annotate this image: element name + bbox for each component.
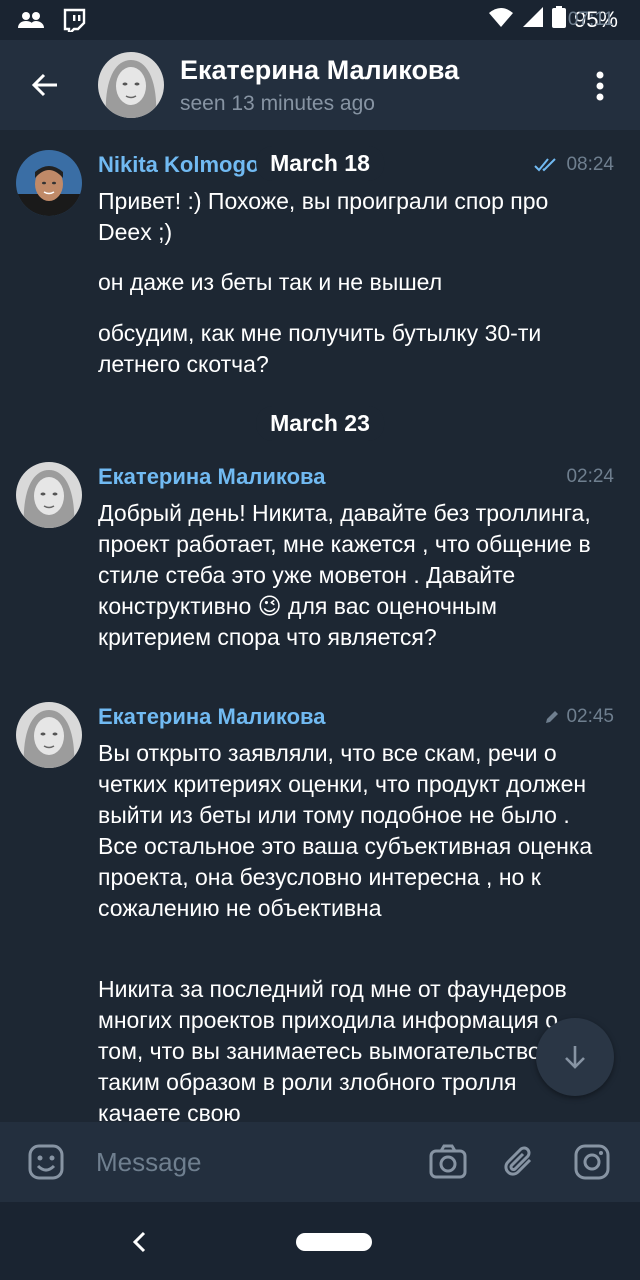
- message-composer: Message: [0, 1122, 640, 1202]
- attach-button[interactable]: [496, 1138, 544, 1186]
- attach-icon: [504, 1146, 532, 1176]
- emoji-icon: [28, 1144, 64, 1180]
- message-time: 08:24: [534, 154, 614, 176]
- more-options-button[interactable]: [580, 64, 620, 108]
- arrow-down-icon: [565, 1046, 585, 1069]
- contact-name[interactable]: Екатерина Маликова: [180, 55, 459, 86]
- camera-icon: [429, 1144, 467, 1179]
- wifi-icon: [488, 6, 514, 34]
- message-text: Вы открыто заявляли, что все скам, речи …: [98, 740, 593, 921]
- last-seen-status: seen 13 minutes ago: [180, 91, 375, 115]
- message-time-label: 02:45: [566, 706, 614, 727]
- double-check-icon: [534, 158, 557, 172]
- message-text: обсудим, как мне получить бутылку 30-ти …: [98, 320, 542, 377]
- instagram-icon: [574, 1144, 610, 1180]
- message-text: он даже из беты так и не вышел: [98, 269, 443, 295]
- twitch-icon: [62, 8, 86, 32]
- sender-name[interactable]: Екатерина Маликова: [98, 464, 326, 490]
- sender-avatar[interactable]: [16, 462, 82, 528]
- people-icon: [18, 10, 44, 30]
- pencil-icon: [546, 711, 559, 723]
- nav-back-button[interactable]: [124, 1224, 154, 1260]
- sender-avatar[interactable]: [16, 150, 82, 216]
- sender-name[interactable]: Екатерина Маликова: [98, 704, 326, 730]
- message-list[interactable]: Nikita Kolmogo 08:24 Привет! :) Похоже, …: [0, 130, 640, 1122]
- message-text: Добрый день! Никита, давайте без троллин…: [98, 500, 591, 650]
- message-time-label: 08:24: [566, 154, 614, 175]
- instagram-button[interactable]: [568, 1138, 616, 1186]
- sender-name[interactable]: Nikita Kolmogo: [98, 152, 259, 178]
- more-vert-icon: [596, 71, 604, 101]
- date-divider: March 23: [256, 406, 384, 441]
- battery-icon: [551, 6, 566, 34]
- nav-back-icon: [132, 1231, 146, 1253]
- date-divider: March 18: [256, 146, 384, 181]
- message-time: 02:45: [544, 706, 614, 728]
- back-arrow-icon: [31, 73, 57, 97]
- sender-avatar[interactable]: [16, 702, 82, 768]
- camera-button[interactable]: [424, 1138, 472, 1186]
- chat-header: Екатерина Маликова seen 13 minutes ago: [0, 40, 640, 130]
- status-bar: 07:11 95%: [0, 0, 640, 40]
- message-time: 02:24: [566, 466, 614, 488]
- nav-home-pill[interactable]: [296, 1233, 372, 1251]
- contact-avatar[interactable]: [98, 52, 164, 118]
- message-time-label: 02:24: [566, 466, 614, 487]
- message-text: Привет! :) Похоже, вы проиграли спор про…: [98, 188, 549, 245]
- message-text: Никита за последний год мне от фаундеров…: [98, 976, 576, 1122]
- back-button[interactable]: [0, 40, 90, 130]
- status-time: 07:11: [567, 9, 614, 30]
- scroll-down-button[interactable]: [536, 1018, 614, 1096]
- signal-icon: [522, 6, 544, 34]
- message-input[interactable]: Message: [96, 1147, 424, 1178]
- emoji-button[interactable]: [22, 1138, 70, 1186]
